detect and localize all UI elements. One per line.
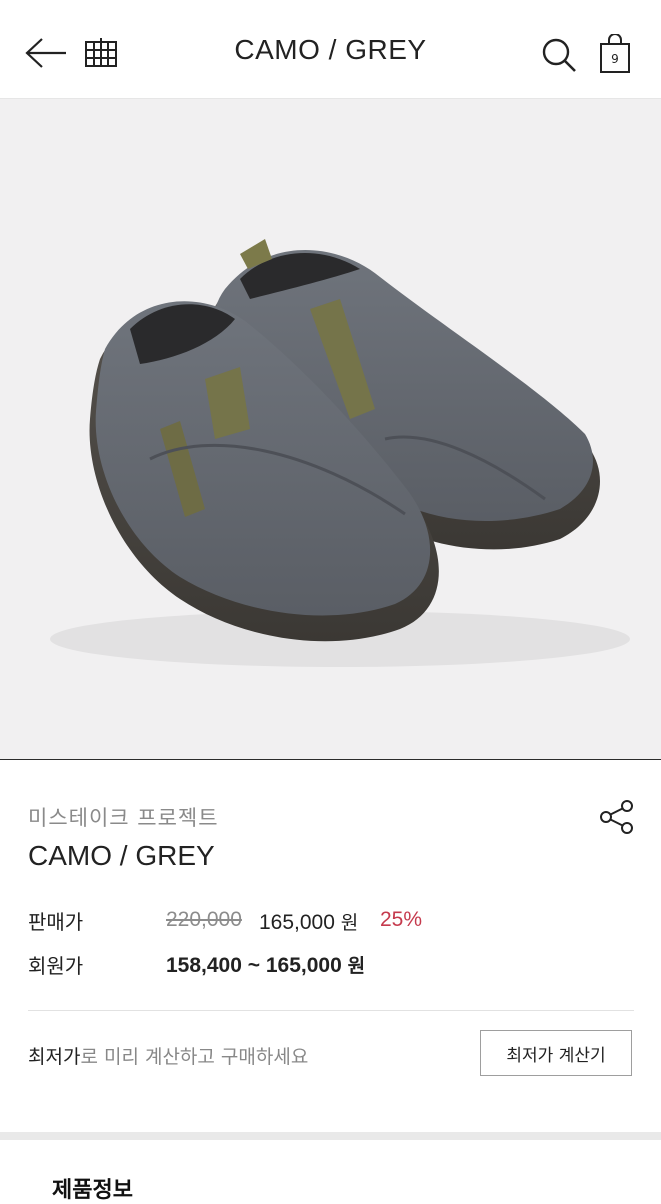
brand-logo-icon[interactable] xyxy=(84,36,118,68)
share-icon[interactable] xyxy=(598,798,636,836)
member-price-value: 158,400 ~ 165,000 xyxy=(166,954,342,977)
lowest-price-calculator-button[interactable]: 최저가 계산기 xyxy=(480,1030,632,1076)
product-image xyxy=(0,99,661,761)
original-price: 220,000 xyxy=(166,908,242,931)
shopping-bag-icon[interactable]: 9 xyxy=(598,34,632,74)
lowest-price-hint: 최저가로 미리 계산하고 구매하세요 xyxy=(28,1042,308,1069)
member-price: 158,400 ~ 165,000 원 xyxy=(166,951,365,978)
divider xyxy=(28,1010,634,1011)
sale-price-label: 판매가 xyxy=(28,910,84,934)
currency-unit: 원 xyxy=(340,912,359,934)
sale-price-value: 165,000 xyxy=(259,911,335,934)
page-title: CAMO / GREY xyxy=(234,34,427,65)
product-info-heading: 제품정보 xyxy=(52,1178,133,1203)
lowest-price-hint-rest: 로 미리 계산하고 구매하세요 xyxy=(80,1046,309,1068)
currency-unit: 원 xyxy=(347,955,366,977)
cart-count-badge: 9 xyxy=(611,52,619,66)
search-icon[interactable] xyxy=(540,36,578,74)
product-name: CAMO / GREY xyxy=(28,840,215,871)
member-price-label: 회원가 xyxy=(28,954,84,978)
sale-price: 165,000 원 xyxy=(259,908,358,935)
back-arrow-icon[interactable] xyxy=(24,34,68,72)
lowest-price-hint-strong: 최저가 xyxy=(28,1046,81,1068)
brand-name[interactable]: 미스테이크 프로젝트 xyxy=(28,802,219,832)
section-divider xyxy=(0,1132,661,1140)
discount-rate: 25% xyxy=(380,908,423,931)
shoe-illustration xyxy=(50,239,630,667)
top-header: CAMO / GREY 9 xyxy=(0,0,661,99)
product-info: 미스테이크 프로젝트 CAMO / GREY 판매가 220,000 165,0… xyxy=(0,760,661,1132)
